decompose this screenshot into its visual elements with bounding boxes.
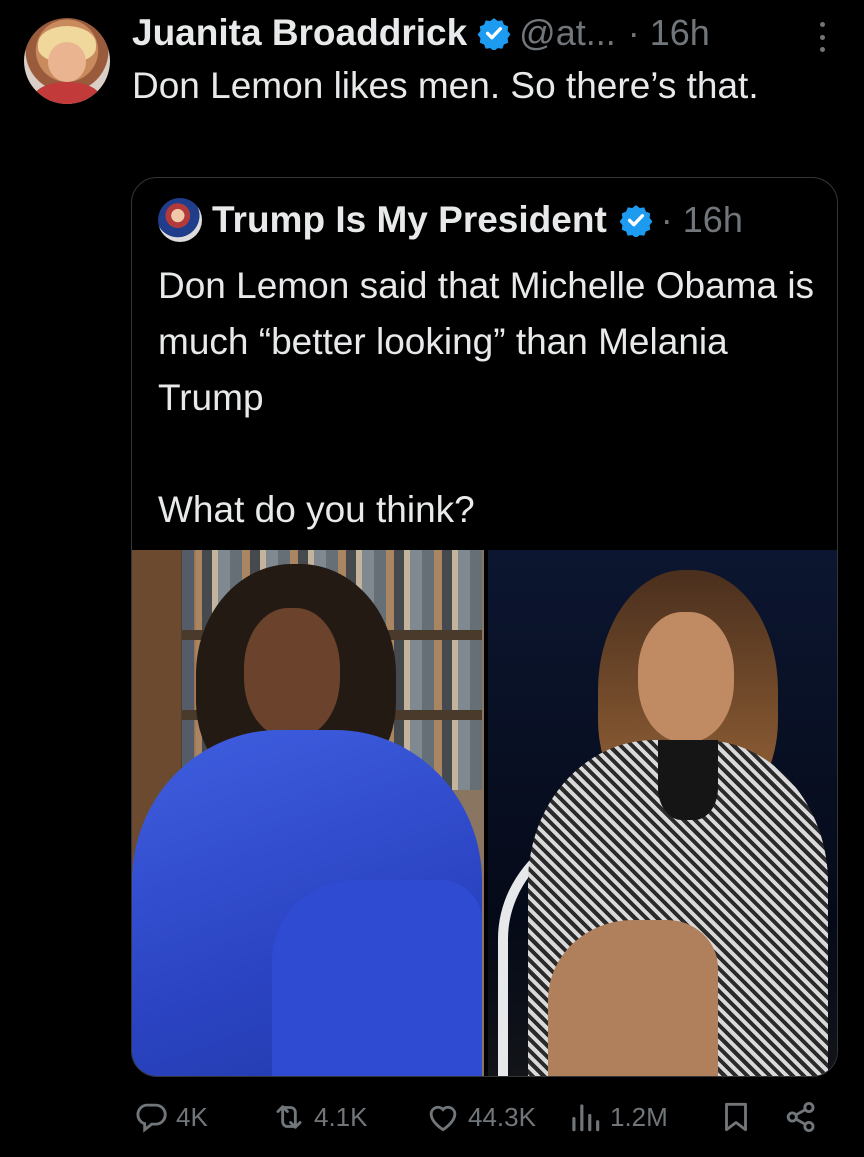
views-icon [572, 1104, 600, 1132]
share-button[interactable] [782, 1092, 826, 1142]
verified-badge-icon [619, 205, 653, 237]
retweet-button[interactable]: 4.1K [270, 1092, 368, 1142]
bookmark-button[interactable] [717, 1092, 761, 1142]
person-black-top [657, 740, 718, 820]
person-face [244, 608, 340, 738]
more-icon[interactable] [815, 22, 829, 52]
tweet-header: Juanita Broaddrick @at... · 16h [132, 10, 710, 56]
reply-button[interactable]: 4K [132, 1092, 208, 1142]
tweet-time[interactable]: · 16h [628, 12, 710, 54]
quoted-tweet-time[interactable]: · 16h [661, 199, 743, 241]
quoted-tweet-text: Don Lemon said that Michelle Obama is mu… [158, 258, 818, 594]
retweet-count: 4.1K [314, 1101, 368, 1132]
quoted-author-name[interactable]: Trump Is My President [212, 199, 607, 241]
person-leg [547, 920, 718, 1076]
avatar-face [48, 42, 86, 82]
quoted-tweet-header: Trump Is My President · 16h [158, 196, 743, 244]
reply-count: 4K [176, 1101, 208, 1132]
avatar-shirt [34, 82, 100, 104]
share-icon [786, 1101, 815, 1133]
tweet-actions: 4K 4.1K 44.3K 1.2M [132, 1092, 822, 1142]
like-button[interactable]: 44.3K [424, 1092, 536, 1142]
like-icon [429, 1105, 457, 1132]
views-button[interactable]: 1.2M [566, 1092, 668, 1142]
quoted-author-avatar[interactable] [158, 198, 202, 242]
bookmark-icon [725, 1102, 747, 1132]
photo-right[interactable] [487, 550, 837, 1076]
quoted-tweet[interactable]: Trump Is My President · 16h Don Lemon sa… [131, 177, 838, 1077]
reply-icon [136, 1103, 167, 1133]
verified-badge-icon [477, 18, 511, 50]
photo-left[interactable] [132, 550, 484, 1076]
person-leg [272, 880, 482, 1076]
author-avatar[interactable] [24, 18, 110, 104]
author-name[interactable]: Juanita Broaddrick [132, 12, 467, 54]
quoted-tweet-paragraph: What do you think? [158, 489, 475, 530]
tweet-text: Don Lemon likes men. So there’s that. [132, 65, 759, 106]
quoted-tweet-media [132, 550, 837, 1076]
retweet-icon [276, 1105, 302, 1129]
author-handle[interactable]: @at... [519, 12, 616, 54]
quoted-tweet-paragraph: Don Lemon said that Michelle Obama is mu… [158, 265, 815, 418]
person-face [637, 612, 734, 742]
view-count: 1.2M [610, 1101, 668, 1132]
like-count: 44.3K [468, 1101, 536, 1132]
